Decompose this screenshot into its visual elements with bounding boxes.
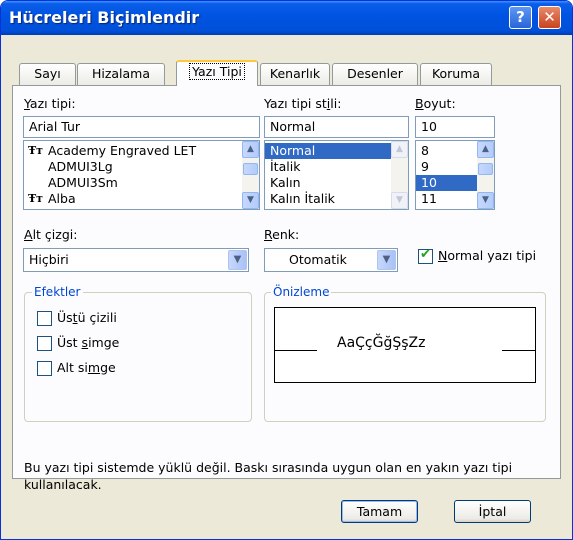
style-list-scrollbar: ▲ ▼ — [391, 141, 408, 209]
strikethrough-checkbox[interactable] — [37, 311, 52, 326]
superscript-checkbox[interactable] — [37, 336, 52, 351]
scroll-up-icon: ▲ — [391, 141, 408, 158]
preview-box: AaÇçĞğŞşZz — [274, 307, 536, 383]
list-item[interactable]: Ŧᴛ Alba — [24, 191, 259, 207]
chevron-down-icon[interactable]: ▼ — [228, 250, 247, 270]
underline-select[interactable]: Hiçbiri ▼ — [23, 248, 249, 272]
font-input[interactable]: Arial Tur — [23, 116, 260, 138]
truetype-icon: Ŧᴛ — [28, 144, 44, 157]
close-icon[interactable]: ✕ — [538, 6, 561, 29]
tab-alignment[interactable]: Hizalama — [77, 63, 165, 85]
list-item[interactable]: ADMUI3Lg — [24, 159, 259, 175]
preview-baseline — [502, 350, 535, 351]
title-bar[interactable]: Hücreleri Biçimlendir ? ✕ — [1, 1, 572, 35]
preview-baseline — [275, 350, 317, 351]
list-item[interactable]: Normal — [265, 143, 391, 159]
preview-legend: Önizleme — [271, 285, 332, 299]
cancel-button[interactable]: İptal — [454, 500, 531, 523]
list-item[interactable]: İtalik — [265, 159, 391, 175]
chevron-down-icon[interactable]: ▼ — [377, 250, 396, 270]
info-text-line1: Bu yazı tipi sistemde yüklü değil. Baskı… — [24, 460, 513, 475]
tab-protection[interactable]: Koruma — [420, 63, 492, 85]
font-list-scrollbar[interactable]: ▲ ▼ — [242, 141, 259, 209]
list-item[interactable]: Kalın İtalik — [265, 191, 391, 207]
scroll-up-icon[interactable]: ▲ — [477, 141, 494, 158]
scroll-up-icon[interactable]: ▲ — [242, 141, 259, 158]
scroll-thumb[interactable] — [478, 163, 493, 175]
font-label: Yazı tipi: — [24, 96, 76, 111]
dialog-body: Sayı Hizalama Yazı Tipi Kenarlık Desenle… — [4, 35, 569, 537]
list-item[interactable]: Ŧᴛ Academy Engraved LET — [24, 143, 259, 159]
size-input[interactable]: 10 — [415, 116, 495, 138]
normal-font-label[interactable]: Normal yazı tipi — [438, 248, 536, 263]
size-list-scrollbar[interactable]: ▲ ▼ — [477, 141, 494, 209]
strikethrough-label[interactable]: Üstü çizili — [57, 310, 117, 325]
color-select[interactable]: Otomatik ▼ — [264, 248, 398, 272]
format-cells-dialog: Hücreleri Biçimlendir ? ✕ Sayı Hizalama … — [0, 0, 573, 540]
scroll-down-icon: ▼ — [391, 192, 408, 209]
list-item[interactable]: 9 — [416, 159, 477, 175]
scroll-down-icon[interactable]: ▼ — [477, 192, 494, 209]
list-item[interactable]: 11 — [416, 191, 477, 207]
tab-number[interactable]: Sayı — [19, 63, 76, 85]
list-item[interactable]: 8 — [416, 143, 477, 159]
size-list[interactable]: 8 9 10 11 ▲ ▼ — [415, 140, 495, 210]
window-title: Hücreleri Biçimlendir — [9, 8, 200, 27]
superscript-label[interactable]: Üst simge — [57, 335, 119, 350]
tab-border[interactable]: Kenarlık — [260, 63, 330, 85]
style-list[interactable]: Normal İtalik Kalın Kalın İtalik ▲ ▼ — [264, 140, 409, 210]
effects-legend: Efektler — [32, 285, 83, 299]
normal-font-checkbox[interactable] — [418, 247, 433, 264]
list-item[interactable]: Kalın — [265, 175, 391, 191]
truetype-icon: Ŧᴛ — [28, 192, 44, 205]
size-label: Boyut: — [415, 96, 456, 111]
preview-sample: AaÇçĞğŞşZz — [337, 335, 426, 351]
list-item[interactable]: 10 — [416, 175, 477, 191]
help-icon[interactable]: ? — [509, 6, 532, 29]
font-tab-panel: Yazı tipi: Arial Tur Ŧᴛ Academy Engraved … — [12, 85, 561, 492]
style-label: Yazı tipi stili: — [264, 96, 342, 111]
list-item[interactable]: ADMUI3Sm — [24, 175, 259, 191]
scroll-down-icon[interactable]: ▼ — [242, 192, 259, 209]
tab-font[interactable]: Yazı Tipi — [176, 60, 258, 86]
underline-label: Alt çizgi: — [24, 227, 78, 242]
font-list[interactable]: Ŧᴛ Academy Engraved LET ADMUI3Lg ADMUI3Sm… — [23, 140, 260, 210]
info-text-line2: kullanılacak. — [24, 477, 102, 492]
tab-patterns[interactable]: Desenler — [332, 63, 418, 85]
subscript-checkbox[interactable] — [37, 361, 52, 376]
subscript-label[interactable]: Alt simge — [57, 360, 116, 375]
style-input[interactable]: Normal — [264, 116, 409, 138]
scroll-thumb[interactable] — [243, 163, 258, 175]
color-label: Renk: — [264, 227, 300, 242]
ok-button[interactable]: Tamam — [341, 500, 418, 523]
